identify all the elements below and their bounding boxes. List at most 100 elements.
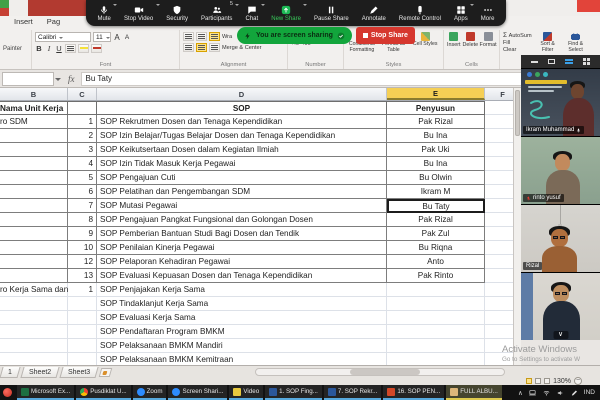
zoom-more-button[interactable]: More bbox=[474, 0, 501, 26]
video-tile-rizal[interactable]: Rizal bbox=[521, 204, 600, 272]
align-left-icon[interactable] bbox=[183, 43, 194, 52]
cell-no[interactable]: 13 bbox=[68, 269, 97, 283]
cell-no[interactable]: 2 bbox=[68, 129, 97, 143]
active-cell[interactable]: Bu Taty bbox=[387, 199, 485, 213]
horizontal-scrollbar[interactable] bbox=[255, 368, 505, 376]
tab-insert[interactable]: Insert bbox=[14, 17, 33, 26]
cell-sop[interactable]: SOP Izin Tidak Masuk Kerja Pegawai bbox=[97, 157, 387, 171]
column-header-e[interactable]: E bbox=[387, 88, 485, 100]
align-bottom-icon[interactable] bbox=[209, 32, 220, 41]
cell-no[interactable]: 12 bbox=[68, 255, 97, 269]
cell-unit[interactable] bbox=[0, 171, 68, 185]
taskbar-item-screen-shari[interactable]: Screen Shari... bbox=[168, 385, 227, 400]
find-select-button[interactable]: Find & Select bbox=[564, 32, 588, 53]
video-tile-ikram[interactable]: Ikram Muhammad bbox=[521, 68, 600, 136]
cells-format-button[interactable]: Format bbox=[480, 32, 496, 48]
cell-sop[interactable]: SOP Tindaklanjut Kerja Sama bbox=[97, 297, 387, 311]
align-top-icon[interactable] bbox=[183, 32, 194, 41]
cell-no[interactable]: 1 bbox=[68, 115, 97, 129]
zoom-level[interactable]: 130% bbox=[553, 378, 571, 385]
cells-insert-button[interactable]: Insert bbox=[447, 32, 460, 48]
cell-unit[interactable] bbox=[0, 129, 68, 143]
cell-sop[interactable]: SOP Pengajuan Pangkat Fungsional dan Gol… bbox=[97, 213, 387, 227]
pinned-app-icon[interactable] bbox=[3, 388, 12, 397]
tray-chevron-up-icon[interactable]: ∧ bbox=[518, 389, 523, 397]
cell-penyusun[interactable]: Bu Ina bbox=[387, 157, 485, 171]
cell-penyusun[interactable] bbox=[387, 283, 485, 297]
cell-sop[interactable]: SOP Pelaksanaan BMKM Kemitraan bbox=[97, 353, 387, 365]
laptop-icon[interactable] bbox=[528, 389, 537, 397]
zoom-pause-share-button[interactable]: Pause Share bbox=[307, 0, 355, 26]
cell-unit[interactable] bbox=[0, 199, 68, 213]
zoom-remote-control-button[interactable]: Remote Control bbox=[392, 0, 447, 26]
cell-no[interactable] bbox=[68, 297, 97, 311]
cell-no[interactable]: 6 bbox=[68, 185, 97, 199]
video-tile-rinto[interactable]: rinto yusuf bbox=[521, 136, 600, 204]
strip-view-icon[interactable] bbox=[565, 59, 573, 64]
cell-sop[interactable]: SOP Pelaksanaan BMKM Mandiri bbox=[97, 339, 387, 353]
taskbar-item-full-albu[interactable]: FULL ALBU... bbox=[446, 385, 502, 400]
cell-unit[interactable] bbox=[0, 297, 68, 311]
taskbar-item-video[interactable]: Video bbox=[229, 385, 263, 400]
zoom-annotate-button[interactable]: Annotate bbox=[355, 0, 392, 26]
cell-no[interactable]: 8 bbox=[68, 213, 97, 227]
cell-unit[interactable]: ro Kerja Sama dan bbox=[0, 283, 68, 297]
zoom-out-button[interactable]: − bbox=[574, 377, 582, 385]
gallery-view-icon[interactable] bbox=[583, 58, 590, 65]
taskbar-item-pusdiklat-u[interactable]: Pusdiklat U... bbox=[76, 385, 130, 400]
cell-unit[interactable] bbox=[0, 185, 68, 199]
underline-button[interactable]: U bbox=[55, 44, 63, 53]
zoom-apps-button[interactable]: Apps bbox=[447, 0, 474, 26]
cell-no[interactable]: 5 bbox=[68, 171, 97, 185]
clear-button[interactable]: Clear bbox=[503, 47, 532, 53]
cell-no[interactable]: 7 bbox=[68, 199, 97, 213]
cell-sop[interactable]: SOP Evaluasi Kerja Sama bbox=[97, 311, 387, 325]
sheet-tab-sheet2[interactable]: Sheet2 bbox=[20, 367, 59, 378]
cell-sop[interactable]: SOP Penjajakan Kerja Sama bbox=[97, 283, 387, 297]
speaker-view-icon[interactable] bbox=[548, 59, 555, 64]
fill-button[interactable]: Fill bbox=[503, 40, 532, 46]
cell-unit[interactable]: ro SDM bbox=[0, 115, 68, 129]
cell-sop[interactable]: SOP Keikutsertaan Dosen dalam Kegiatan I… bbox=[97, 143, 387, 157]
name-box[interactable] bbox=[2, 72, 54, 86]
cell-unit[interactable] bbox=[0, 339, 68, 353]
window-close-button[interactable] bbox=[577, 0, 600, 12]
cell-penyusun[interactable]: Pak Zul bbox=[387, 227, 485, 241]
cell-penyusun[interactable]: Bu Ina bbox=[387, 129, 485, 143]
grow-font-button[interactable]: A bbox=[113, 33, 121, 42]
font-color-button[interactable] bbox=[91, 44, 102, 53]
merge-center-label[interactable]: Merge & Center bbox=[222, 45, 261, 51]
stop-share-button[interactable]: Stop Share bbox=[356, 27, 415, 44]
column-header-c[interactable]: C bbox=[68, 88, 97, 100]
cell-penyusun[interactable] bbox=[387, 339, 485, 353]
taskbar-item-1-sop-fing[interactable]: 1. SOP Fing... bbox=[265, 385, 322, 400]
zoom-chat-button[interactable]: Chat bbox=[239, 0, 265, 26]
minimize-panel-icon[interactable] bbox=[531, 61, 538, 63]
page-layout-view-button[interactable] bbox=[535, 378, 541, 384]
cell-unit[interactable] bbox=[0, 255, 68, 269]
header-cell-penyusun[interactable]: Penyusun bbox=[387, 101, 485, 115]
cell-sop[interactable]: SOP Pemberian Bantuan Studi Bagi Dosen d… bbox=[97, 227, 387, 241]
bold-button[interactable]: B bbox=[35, 44, 43, 53]
cell-unit[interactable] bbox=[0, 353, 68, 365]
taskbar-item-zoom[interactable]: Zoom bbox=[133, 385, 167, 400]
page-break-view-button[interactable] bbox=[544, 378, 550, 384]
cells-delete-button[interactable]: Delete bbox=[462, 32, 478, 48]
cell-penyusun[interactable]: Pak Rinto bbox=[387, 269, 485, 283]
cell-no[interactable]: 3 bbox=[68, 143, 97, 157]
sheet-tab-sheet3[interactable]: Sheet3 bbox=[60, 367, 99, 378]
taskbar-item-16-sop-pen[interactable]: 16. SOP PEN... bbox=[383, 385, 444, 400]
cell-penyusun[interactable]: Anto bbox=[387, 255, 485, 269]
tab-page-layout[interactable]: Pag bbox=[47, 17, 60, 26]
insert-sheet-tab[interactable] bbox=[99, 368, 113, 377]
fill-color-button[interactable] bbox=[78, 44, 89, 53]
cell-unit[interactable] bbox=[0, 241, 68, 255]
name-box-caret-icon[interactable] bbox=[55, 78, 61, 84]
align-right-icon[interactable] bbox=[209, 43, 220, 52]
cell-penyusun[interactable]: Pak Uki bbox=[387, 143, 485, 157]
taskbar-item-7-sop-rekr[interactable]: 7. SOP Rekr... bbox=[324, 385, 381, 400]
sort-filter-button[interactable]: Sort & Filter bbox=[536, 32, 560, 53]
cell-no[interactable]: 9 bbox=[68, 227, 97, 241]
horizontal-scroll-thumb[interactable] bbox=[350, 369, 420, 375]
sheet-tab-1[interactable]: 1 bbox=[0, 367, 20, 378]
